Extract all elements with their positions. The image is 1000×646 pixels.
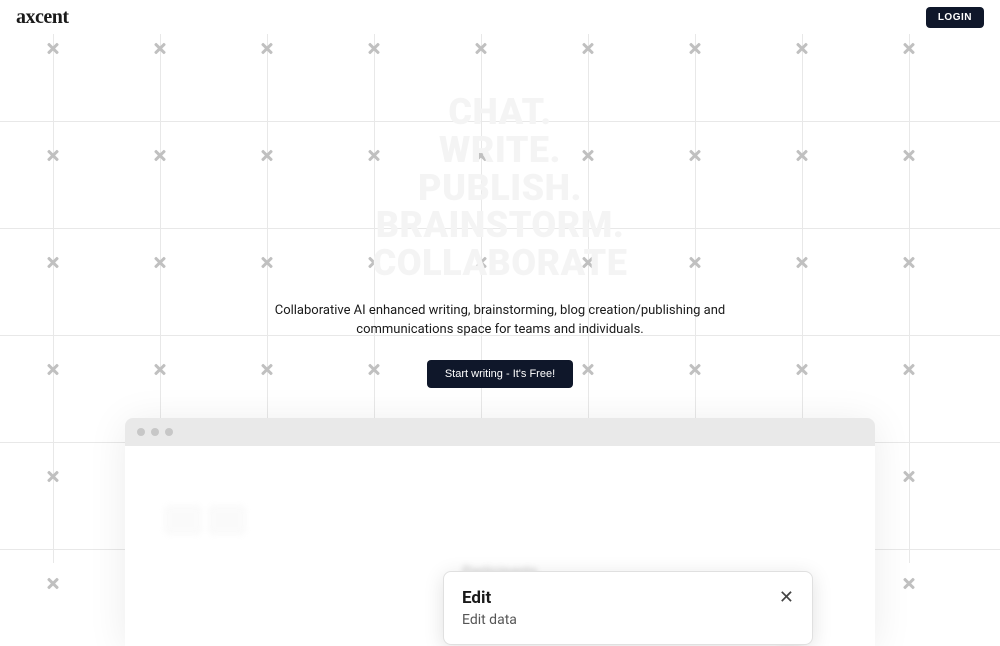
header: axcent LOGIN: [0, 0, 1000, 34]
hero-line-2: WRITE.: [439, 129, 561, 171]
login-button[interactable]: LOGIN: [926, 7, 984, 28]
hero-line-5: COLLABORATE: [373, 242, 628, 284]
hero-title: CHAT. WRITE. PUBLISH. BRAINSTORM. COLLAB…: [0, 94, 1000, 283]
hero-subtitle: Collaborative AI enhanced writing, brain…: [240, 301, 760, 340]
hero-line-4: BRAINSTORM.: [376, 204, 624, 246]
hero-line-1: CHAT.: [448, 91, 551, 133]
browser-bar: [125, 418, 875, 446]
blur-btn-2: [209, 506, 245, 534]
start-writing-button[interactable]: Start writing - It's Free!: [427, 360, 573, 388]
browser-dot-green: [165, 428, 173, 436]
close-icon: ✕: [779, 587, 794, 607]
blur-toolbar: [165, 506, 835, 534]
popup-header: Edit ✕: [462, 588, 794, 608]
main-content: CHAT. WRITE. PUBLISH. BRAINSTORM. COLLAB…: [0, 34, 1000, 646]
browser-dot-yellow: [151, 428, 159, 436]
hero-line-3: PUBLISH.: [418, 167, 582, 209]
blur-btn-1: [165, 506, 201, 534]
close-button[interactable]: ✕: [779, 588, 794, 606]
edit-popup: Edit ✕ Edit data: [443, 571, 813, 645]
browser-content: Participants All users are here Edit ✕ E…: [125, 446, 875, 646]
logo[interactable]: axcent: [16, 6, 69, 29]
popup-title: Edit: [462, 588, 491, 608]
popup-subtitle: Edit data: [462, 612, 794, 628]
logo-text: axcent: [16, 6, 69, 28]
login-label: LOGIN: [938, 12, 972, 23]
browser-mockup: Participants All users are here Edit ✕ E…: [125, 418, 875, 646]
cta-label: Start writing - It's Free!: [445, 368, 555, 380]
browser-dot-red: [137, 428, 145, 436]
